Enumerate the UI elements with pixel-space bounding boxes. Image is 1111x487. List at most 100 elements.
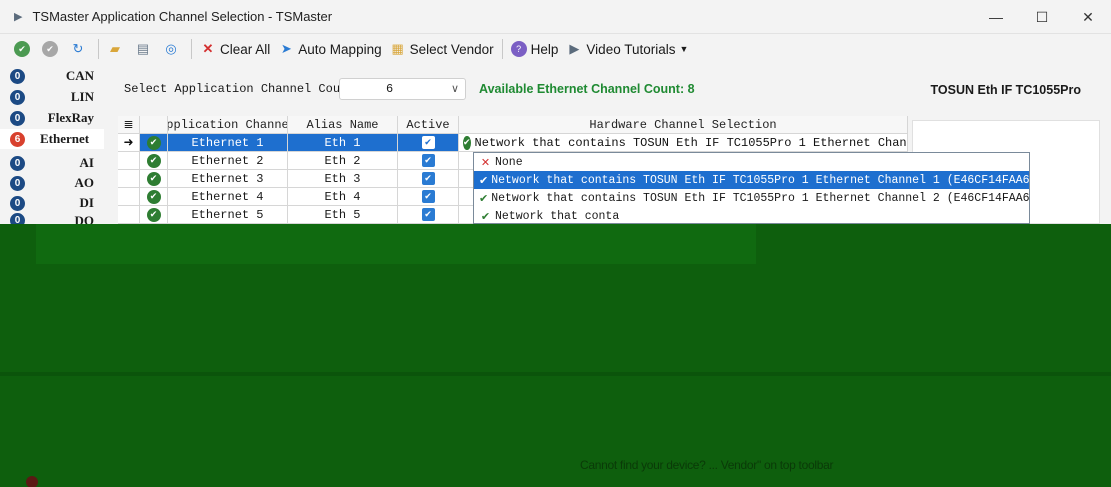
application-channel-cell[interactable]: Ethernet 2	[168, 152, 288, 170]
count-badge: 0	[10, 195, 25, 211]
channel-count-select[interactable]: 6 ∨	[339, 78, 466, 100]
status-cell: ✔	[140, 134, 168, 152]
app-pointer-icon: ▶	[14, 11, 23, 23]
refresh-icon: ↻	[72, 41, 84, 56]
checkbox-checked-icon[interactable]: ✔	[421, 208, 435, 221]
hardware-channel-cell[interactable]: ✔ Network that contains TOSUN Eth IF TC1…	[459, 134, 908, 152]
device-hint-text: Cannot find your device? ... Vendor" on …	[580, 458, 834, 472]
count-badge: 0	[10, 175, 25, 191]
header-hardware-channel[interactable]: Hardware Channel Selection	[459, 116, 908, 134]
table-row[interactable]: ➜ ✔ Ethernet 1 Eth 1 ✔ ✔ Network that co…	[118, 134, 908, 152]
save-button[interactable]: ▤	[131, 37, 159, 61]
header-status	[140, 116, 168, 134]
sidebar-item-label: AO	[74, 175, 95, 190]
help-icon: ?	[510, 41, 527, 57]
alias-name-cell[interactable]: Eth 1	[288, 134, 398, 152]
active-cell[interactable]: ✔	[398, 152, 459, 170]
active-cell[interactable]: ✔	[398, 188, 459, 206]
alias-name-cell[interactable]: Eth 2	[288, 152, 398, 170]
checkbox-checked-icon[interactable]: ✔	[421, 172, 435, 185]
application-channel-cell[interactable]: Ethernet 4	[168, 188, 288, 206]
check-icon: ✔	[479, 173, 489, 187]
help-button[interactable]: ? Help	[507, 37, 563, 61]
sidebar-item-label: AI	[79, 155, 94, 170]
alias-name-cell[interactable]: Eth 4	[288, 188, 398, 206]
channel-count-label: Select Application Channel Count:	[124, 82, 362, 96]
toolbar-divider	[98, 39, 99, 59]
sidebar-item-label: DO	[74, 213, 95, 224]
toolbar-divider	[191, 39, 192, 59]
row-indicator	[118, 170, 140, 188]
checkbox-checked-icon[interactable]: ✔	[421, 190, 435, 203]
clear-all-button[interactable]: ✕ Clear All	[196, 37, 274, 61]
header-active[interactable]: Active	[398, 116, 459, 134]
alias-name-cell[interactable]: Eth 3	[288, 170, 398, 188]
sidebar-item-flexray[interactable]: 0 FlexRay	[0, 108, 104, 128]
window-controls: — ☐ ✕	[973, 0, 1111, 34]
check-icon: ✔	[480, 209, 491, 223]
cancel-button[interactable]: ✔	[38, 37, 66, 61]
video-tutorials-button[interactable]: ▶ Video Tutorials ▼	[562, 37, 692, 61]
toolbar: ✔ ✔ ↻ ▰ ▤ ◎ ✕ Clear All ➤ Auto Mapping ▦ Se…	[0, 34, 1111, 64]
select-vendor-button[interactable]: ▦ Select Vendor	[386, 37, 498, 61]
status-cell: ✔	[140, 152, 168, 170]
window-title: TSMaster Application Channel Selection -…	[32, 9, 333, 24]
sidebar-item-label: LIN	[70, 89, 94, 104]
save-icon: ▤	[136, 41, 150, 56]
header-application-channel[interactable]: Application Channel	[168, 116, 288, 134]
open-button[interactable]: ▰	[103, 37, 131, 61]
active-cell[interactable]: ✔	[398, 134, 459, 152]
header-alias-name[interactable]: Alias Name	[288, 116, 398, 134]
sidebar-item-ai[interactable]: 0 AI	[0, 153, 104, 173]
check-circle-grey-icon: ✔	[42, 41, 58, 57]
checkbox-checked-icon[interactable]: ✔	[421, 154, 435, 167]
active-cell[interactable]: ✔	[398, 170, 459, 188]
status-cell: ✔	[140, 206, 168, 224]
dropdown-option-channel-3[interactable]: ✔ Network that conta	[474, 207, 1029, 225]
count-badge: 0	[10, 110, 25, 126]
check-circle-icon: ✔	[14, 41, 30, 57]
dropdown-option-channel-1[interactable]: ✔ Network that contains TOSUN Eth IF TC1…	[474, 171, 1029, 189]
sidebar-item-lin[interactable]: 0 LIN	[0, 87, 104, 107]
sidebar-item-ao[interactable]: 0 AO	[0, 173, 104, 193]
dropdown-option-none[interactable]: ✕ None	[474, 153, 1029, 171]
alias-name-cell[interactable]: Eth 5	[288, 206, 398, 224]
grid-corner: ≣	[118, 116, 140, 134]
bus-type-sidebar: 0 CAN 0 LIN 0 FlexRay 6 Ethernet 0 AI 0 …	[0, 64, 104, 224]
render-artifact	[36, 224, 756, 264]
refresh-button[interactable]: ↻	[66, 37, 94, 61]
row-indicator-icon: ➜	[118, 134, 140, 152]
sidebar-item-label: DI	[79, 195, 94, 210]
cross-icon: ✕	[480, 155, 491, 169]
chevron-down-icon: ∨	[450, 84, 459, 96]
close-button[interactable]: ✕	[1065, 0, 1111, 34]
application-channel-cell[interactable]: Ethernet 5	[168, 206, 288, 224]
help-dot-icon	[26, 476, 38, 487]
count-badge: 6	[10, 131, 25, 147]
ok-button[interactable]: ✔	[10, 37, 38, 61]
title-bar: ▶ TSMaster Application Channel Selection…	[0, 0, 1111, 34]
sidebar-item-ethernet[interactable]: 6 Ethernet	[0, 129, 104, 149]
available-channel-count: Available Ethernet Channel Count: 8	[479, 82, 695, 96]
sidebar-item-di[interactable]: 0 DI	[0, 193, 104, 213]
count-badge: 0	[10, 213, 25, 224]
application-channel-cell[interactable]: Ethernet 1	[168, 134, 288, 152]
settings-button[interactable]: ◎	[159, 37, 187, 61]
count-badge: 0	[10, 155, 25, 171]
auto-mapping-button[interactable]: ➤ Auto Mapping	[274, 37, 385, 61]
sidebar-item-can[interactable]: 0 CAN	[0, 66, 104, 86]
dropdown-option-channel-2[interactable]: ✔ Network that contains TOSUN Eth IF TC1…	[474, 189, 1029, 207]
corrupted-render-area: Cannot find your device? ... Vendor" on …	[0, 224, 1111, 487]
active-cell[interactable]: ✔	[398, 206, 459, 224]
status-cell: ✔	[140, 170, 168, 188]
status-cell: ✔	[140, 188, 168, 206]
hardware-device-name: TOSUN Eth IF TC1055Pro	[930, 83, 1082, 97]
application-channel-cell[interactable]: Ethernet 3	[168, 170, 288, 188]
sidebar-item-do[interactable]: 0 DO	[0, 213, 104, 224]
checkbox-checked-icon[interactable]: ✔	[421, 136, 435, 149]
settings-icon: ◎	[165, 41, 177, 56]
maximize-button[interactable]: ☐	[1019, 0, 1065, 34]
minimize-button[interactable]: —	[973, 0, 1019, 34]
row-indicator	[118, 206, 140, 224]
sidebar-item-label: Ethernet	[40, 131, 90, 146]
